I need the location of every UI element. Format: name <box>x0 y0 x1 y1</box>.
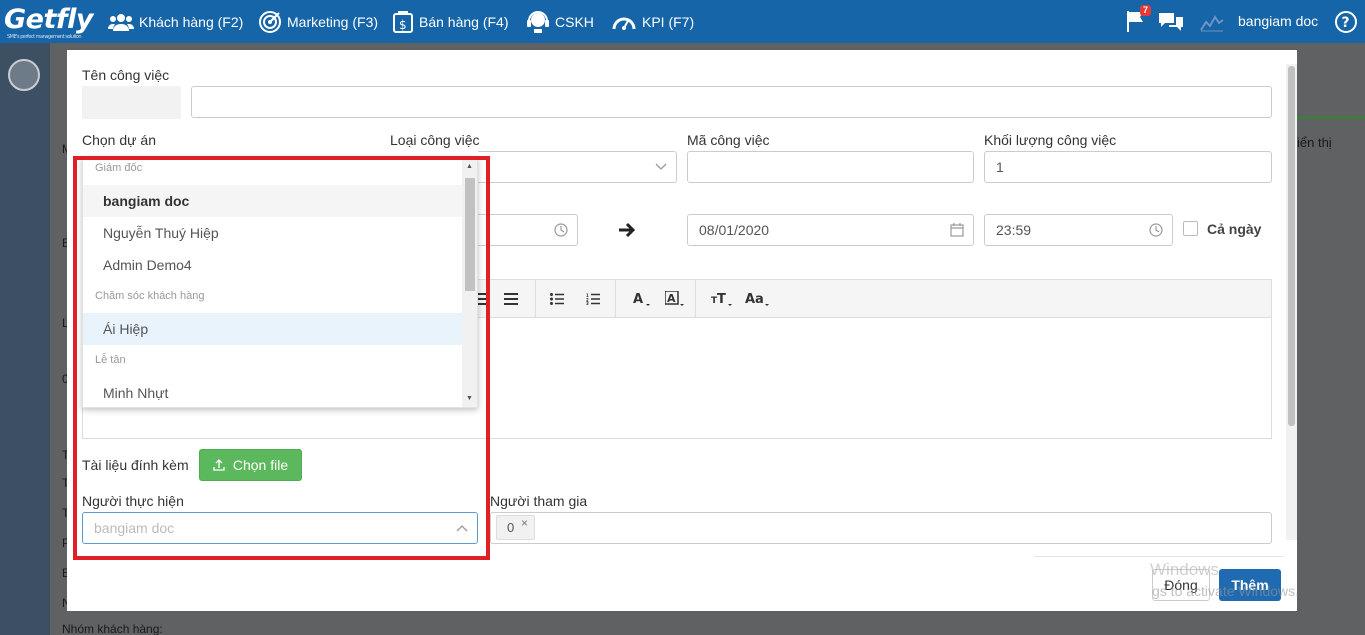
notification-badge: 7 <box>1140 5 1152 16</box>
arrow-right-icon <box>619 222 636 238</box>
nav-sales[interactable]: $ Bán hàng (F4) <box>392 0 509 43</box>
nav-marketing[interactable]: Marketing (F3) <box>258 0 378 43</box>
clock-icon <box>1149 223 1163 237</box>
end-date-value: 08/01/2020 <box>699 222 770 238</box>
activate-windows-watermark: gs to activate Windows. <box>1152 583 1300 599</box>
user-avatar[interactable] <box>8 59 40 91</box>
background-group-label: Nhóm khách hàng: <box>62 622 163 635</box>
highlight-color-icon[interactable]: A <box>665 291 685 307</box>
help-icon[interactable]: ? <box>1334 10 1358 34</box>
all-day-checkbox[interactable] <box>1183 221 1198 236</box>
nav-sales-label: Bán hàng (F4) <box>419 13 509 30</box>
project-label: Chọn dự án <box>82 132 156 148</box>
clock-icon <box>554 223 568 237</box>
task-name-input[interactable] <box>191 86 1272 118</box>
nav-kpi[interactable]: KPI (F7) <box>611 0 694 43</box>
toolbar-separator <box>535 280 536 318</box>
numbered-list-icon[interactable]: 123 <box>586 293 600 305</box>
participants-select[interactable] <box>490 512 1272 544</box>
volume-label: Khối lượng công việc <box>984 132 1117 148</box>
modal-footer-divider <box>1034 556 1284 557</box>
font-family-icon[interactable]: Aa <box>745 291 771 307</box>
end-time-input[interactable]: 23:59 <box>984 214 1173 246</box>
logo-tagline: SME's perfect management solution <box>7 34 82 40</box>
nav-customers-label: Khách hàng (F2) <box>139 13 244 30</box>
highlight-frame <box>73 156 490 560</box>
current-user-name[interactable]: bangiam doc <box>1238 13 1318 29</box>
task-type-select[interactable] <box>478 151 677 183</box>
nav-customer-care-label: CSKH <box>555 13 594 30</box>
remove-chip-icon[interactable]: × <box>521 516 528 530</box>
nav-customer-care[interactable]: CSKH <box>526 0 594 43</box>
headset-icon <box>527 10 549 33</box>
end-date-input[interactable]: 08/01/2020 <box>687 214 974 246</box>
task-type-label: Loại công việc <box>390 132 480 148</box>
all-day-label: Cả ngày <box>1207 221 1262 237</box>
users-icon <box>108 13 134 31</box>
task-code-input[interactable] <box>687 151 974 183</box>
windows-watermark: Windows <box>1150 560 1219 579</box>
calendar-icon <box>950 223 964 237</box>
participant-chip-value: 0 <box>507 520 515 535</box>
sales-icon: $ <box>393 10 413 33</box>
chat-icon[interactable] <box>1158 11 1184 33</box>
svg-text:3: 3 <box>586 301 589 305</box>
modal-scrollbar-thumb[interactable] <box>1288 66 1295 426</box>
font-color-icon[interactable]: A <box>633 291 651 307</box>
start-time-input[interactable] <box>478 214 578 246</box>
nav-customers[interactable]: Khách hàng (F2) <box>108 0 243 43</box>
toolbar-separator <box>615 280 616 318</box>
svg-text:A: A <box>667 292 676 305</box>
background-accent-line <box>1297 116 1365 119</box>
chart-icon[interactable] <box>1199 12 1225 32</box>
font-size-icon[interactable]: TT <box>711 291 733 307</box>
task-name-label: Tên công việc <box>82 67 170 83</box>
svg-text:A: A <box>633 292 643 307</box>
nav-kpi-label: KPI (F7) <box>642 13 695 30</box>
bullet-list-icon[interactable] <box>550 293 564 305</box>
task-name-prefix-box <box>82 86 181 119</box>
gauge-icon <box>612 17 636 30</box>
top-navigation-bar: Getfly SME's perfect management solution… <box>0 0 1365 43</box>
participants-label: Người tham gia <box>490 493 588 509</box>
end-time-value: 23:59 <box>996 222 1032 238</box>
participant-chip[interactable]: 0 × <box>496 515 535 540</box>
background-display-label: iển thị <box>1297 135 1332 150</box>
svg-text:?: ? <box>1342 15 1350 31</box>
volume-input[interactable]: 1 <box>984 151 1272 183</box>
chevron-down-icon <box>655 163 667 170</box>
left-sidebar <box>0 43 50 635</box>
logo-text: Getfly <box>4 4 93 35</box>
target-icon <box>259 10 281 33</box>
toolbar-separator <box>695 280 696 318</box>
svg-text:Aa: Aa <box>745 292 764 307</box>
getfly-logo[interactable]: Getfly SME's perfect management solution <box>4 4 93 40</box>
task-code-label: Mã công việc <box>687 132 770 148</box>
nav-marketing-label: Marketing (F3) <box>287 13 379 30</box>
svg-text:T: T <box>717 292 726 307</box>
svg-text:$: $ <box>399 18 407 32</box>
align-full-icon[interactable] <box>504 293 518 305</box>
